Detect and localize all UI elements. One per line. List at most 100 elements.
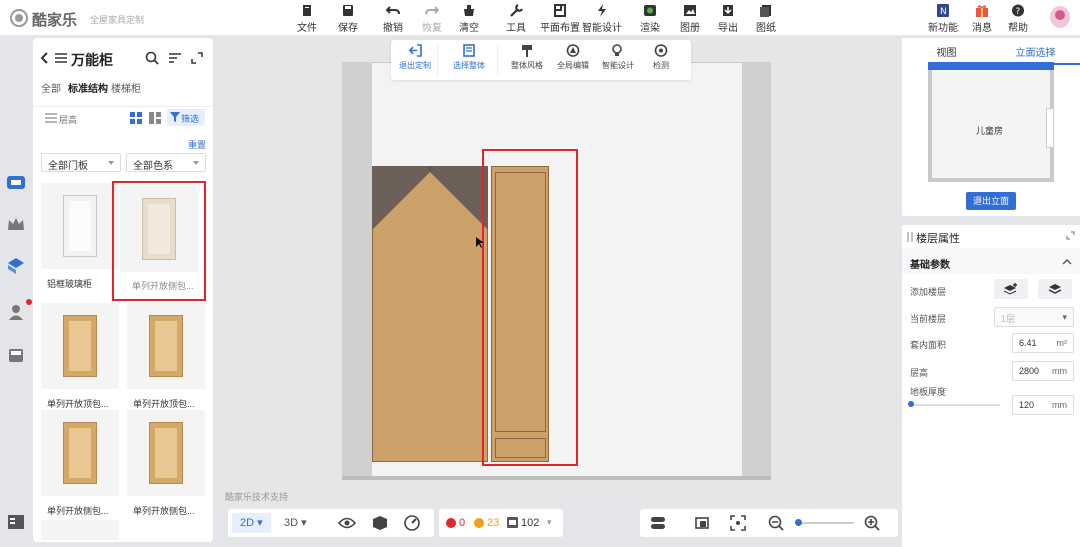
product-thumbnail — [41, 410, 119, 496]
product-card-selected[interactable]: 单列开放侧包... — [112, 181, 206, 301]
category-standard[interactable]: 标准结构 — [68, 80, 108, 95]
error-icon — [446, 518, 456, 528]
eye-icon[interactable] — [338, 516, 356, 530]
drawings-button[interactable]: 图纸 — [756, 4, 776, 34]
reset-link[interactable]: 重置 — [188, 138, 206, 151]
render-button[interactable]: 渲染 — [640, 4, 660, 34]
thickness-input[interactable]: 120 mm — [1012, 395, 1074, 415]
redo-button[interactable]: 恢复 — [422, 4, 442, 34]
help-icon: ? — [1012, 4, 1024, 17]
floor-plan-button[interactable]: 平面布置 — [540, 4, 580, 34]
view-2d-button[interactable]: 2D ▾ — [232, 513, 271, 533]
current-floor-select[interactable]: 1层 ▾ — [994, 307, 1074, 327]
layers-icon — [1048, 284, 1062, 294]
zoom-slider-handle[interactable] — [795, 519, 802, 526]
user-avatar[interactable] — [1050, 6, 1070, 28]
expand-icon[interactable] — [1066, 231, 1075, 240]
wrench-icon — [510, 4, 523, 17]
add-floor-label: 添加楼层 — [910, 287, 947, 297]
back-arrow-icon[interactable] — [39, 52, 49, 64]
product-card[interactable]: 单列开放侧包... — [127, 410, 205, 516]
drawing-icon — [760, 5, 771, 17]
divider — [497, 44, 498, 76]
tools-button[interactable]: 工具 — [506, 4, 526, 34]
left-rail — [0, 37, 32, 547]
view-3d-button[interactable]: 3D ▾ — [276, 513, 315, 533]
filter-button[interactable]: 筛选 — [167, 109, 205, 126]
help-button[interactable]: ? 帮助 — [1008, 4, 1028, 34]
panel-icon[interactable] — [6, 513, 26, 531]
zoom-in-icon[interactable] — [864, 515, 880, 531]
tab-view[interactable]: 视图 — [902, 42, 991, 63]
chevron-up-icon[interactable] — [1062, 258, 1072, 265]
expand-icon[interactable] — [191, 52, 203, 64]
smart-design-canvas-button[interactable]: 智能设计 — [602, 44, 634, 71]
overall-style-button[interactable]: 整体风格 — [511, 44, 543, 71]
cube-icon[interactable] — [372, 515, 388, 531]
product-card[interactable]: 单列开放顶包... — [41, 303, 119, 409]
left-wall — [342, 62, 372, 480]
fit-view-icon[interactable] — [694, 515, 710, 531]
exit-custom-button[interactable]: 退出定制 — [399, 44, 431, 71]
detect-button[interactable]: 检测 — [653, 44, 669, 71]
area-input[interactable]: 6.41 m² — [1012, 333, 1074, 353]
add-floor-above-button[interactable] — [994, 279, 1028, 299]
search-icon[interactable] — [145, 51, 159, 65]
product-card[interactable]: 铝框玻璃柜 — [41, 183, 119, 289]
global-edit-button[interactable]: 全局编辑 — [557, 44, 589, 71]
messages-button[interactable]: 消息 — [972, 4, 992, 34]
component-count: 102 — [521, 517, 540, 529]
exit-elevation-button[interactable]: 退出立面 — [966, 192, 1016, 210]
wardrobe-top-panel — [372, 166, 488, 230]
smart-design-button[interactable]: 智能设计 — [582, 4, 622, 34]
zoom-toolbar — [640, 509, 898, 537]
minimap-door — [1046, 108, 1054, 148]
user-icon[interactable] — [6, 303, 26, 321]
drag-handle-icon[interactable] — [907, 232, 913, 242]
list-view-icon[interactable] — [149, 112, 161, 124]
library-title: 万能柜 — [71, 52, 113, 68]
product-card[interactable]: 单列开放顶包... — [127, 303, 205, 409]
bus-icon[interactable] — [6, 347, 26, 365]
save-button[interactable]: 保存 — [338, 4, 358, 34]
category-stairs[interactable]: 楼梯柜 — [111, 80, 141, 95]
warning-count: 23 — [487, 517, 500, 529]
right-wall — [742, 62, 771, 480]
section-basic-params: 基础参数 — [910, 260, 950, 271]
thickness-slider-handle[interactable] — [908, 401, 914, 407]
app-name: 酷家乐 — [32, 12, 78, 29]
minimap-room[interactable] — [928, 62, 1054, 182]
height-input[interactable]: 2800 mm — [1012, 361, 1074, 381]
grid-view-icon[interactable] — [130, 112, 142, 124]
crown-icon[interactable] — [6, 215, 26, 233]
add-floor-below-button[interactable] — [1038, 279, 1072, 299]
album-button[interactable]: 图册 — [680, 4, 700, 34]
door-filter-select[interactable]: 全部门板 — [41, 153, 121, 172]
product-card[interactable]: 单列开放侧包... — [41, 410, 119, 516]
sort-icon[interactable] — [169, 52, 181, 64]
height-label[interactable]: 层高 — [59, 113, 77, 126]
color-filter-select[interactable]: 全部色系 — [126, 153, 206, 172]
exit-icon — [408, 44, 422, 57]
undo-button[interactable]: 撤销 — [383, 4, 403, 34]
category-all[interactable]: 全部 — [41, 80, 61, 95]
select-all-button[interactable]: 选择整体 — [453, 44, 485, 71]
product-label: 铝框玻璃柜 — [47, 279, 93, 289]
undo-icon — [386, 6, 400, 15]
view-switcher: 2D ▾ 3D ▾ — [228, 509, 434, 537]
clear-button[interactable]: 清空 — [459, 4, 479, 34]
file-button[interactable]: 文件 — [297, 4, 317, 34]
minimap-selected-wall[interactable] — [928, 62, 1054, 70]
gauge-icon[interactable] — [404, 515, 420, 531]
new-features-button[interactable]: N 新功能 — [928, 4, 958, 34]
thickness-slider[interactable] — [910, 404, 1000, 406]
product-thumbnail — [41, 303, 119, 389]
export-button[interactable]: 导出 — [718, 4, 738, 34]
status-bar[interactable]: 0 23 102 ▾ — [439, 509, 563, 537]
focus-icon[interactable] — [730, 515, 746, 531]
zoom-slider[interactable] — [796, 522, 854, 524]
catalog-icon[interactable] — [6, 173, 26, 191]
zoom-out-icon[interactable] — [768, 515, 784, 531]
model-icon[interactable] — [6, 257, 26, 275]
toggle-icon[interactable] — [650, 515, 666, 531]
